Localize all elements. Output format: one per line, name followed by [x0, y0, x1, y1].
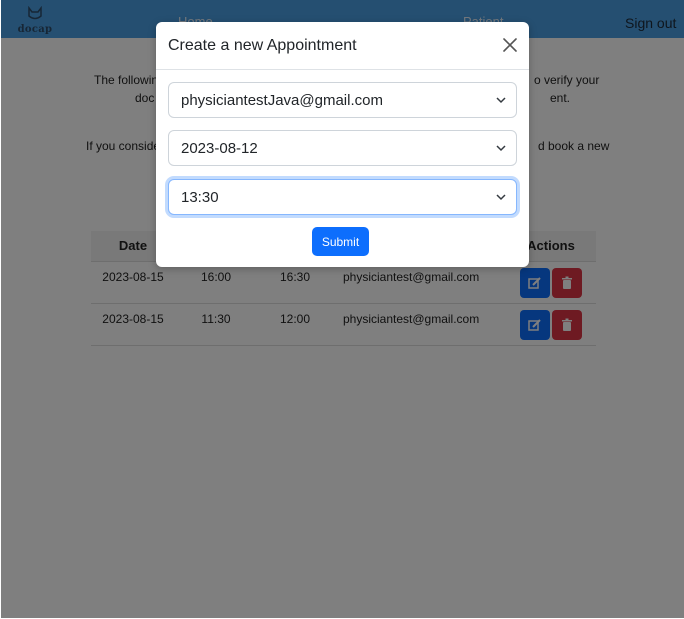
modal-title: Create a new Appointment: [168, 37, 357, 54]
chevron-down-icon: [496, 194, 506, 201]
time-select-value: 13:30: [181, 189, 219, 206]
physician-select-value: physiciantestJava@gmail.com: [181, 92, 383, 109]
date-select[interactable]: 2023-08-12: [168, 130, 517, 166]
close-icon[interactable]: [501, 36, 519, 54]
chevron-down-icon: [496, 97, 506, 104]
physician-select[interactable]: physiciantestJava@gmail.com: [168, 82, 517, 118]
chevron-down-icon: [496, 145, 506, 152]
modal-header: Create a new Appointment: [156, 22, 529, 70]
date-select-value: 2023-08-12: [181, 140, 258, 157]
time-select[interactable]: 13:30: [168, 179, 517, 215]
create-appointment-modal: Create a new Appointment physiciantestJa…: [156, 22, 529, 267]
submit-button[interactable]: Submit: [312, 227, 369, 256]
